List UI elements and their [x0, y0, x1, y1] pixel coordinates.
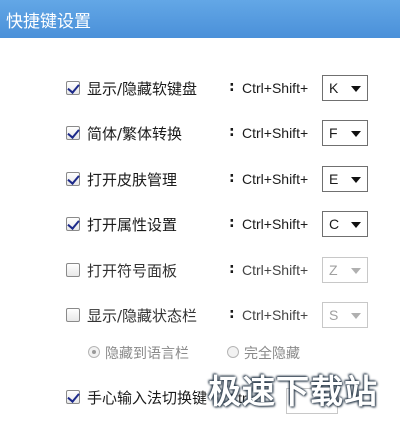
simplified-traditional-checkbox[interactable] [66, 126, 80, 140]
modifier-text: Ctrl+Shift+ [242, 216, 309, 232]
handwriting-switch-label: 手心输入法切换键 [87, 389, 208, 407]
symbol-panel-checkbox[interactable] [66, 263, 80, 277]
shortcut-row-property-settings: 打开属性设置 : Ctrl+Shift+ C [0, 210, 400, 240]
key-value: F [329, 125, 338, 141]
key-value: Z [329, 262, 338, 278]
shortcut-row-toggle-statusbar: 显示/隐藏状态栏 : Ctrl+Shift+ S [0, 301, 400, 331]
window-title: 快捷键设置 [6, 11, 91, 32]
shortcut-label: 显示/隐藏软键盘 [87, 80, 198, 98]
separator: : [229, 306, 235, 322]
property-settings-checkbox[interactable] [66, 217, 80, 231]
hide-to-langbar-radio[interactable] [88, 346, 100, 358]
shortcut-row-skin-manager: 打开皮肤管理 : Ctrl+Shift+ E [0, 165, 400, 195]
toggle-soft-keyboard-checkbox[interactable] [66, 81, 80, 95]
shortcut-label: 简体/繁体转换 [87, 125, 183, 143]
key-select[interactable]: F [322, 120, 368, 146]
skin-manager-checkbox[interactable] [66, 172, 80, 186]
watermark-logo: 极速下载站 [208, 372, 378, 411]
key-select: S [322, 302, 368, 328]
modifier-text: Ctrl+Shift+ [242, 171, 309, 187]
separator: : [229, 261, 235, 277]
key-select[interactable]: K [322, 75, 368, 101]
hide-to-langbar-label: 隐藏到语言栏 [105, 346, 189, 362]
shortcut-row-symbol-panel: 打开符号面板 : Ctrl+Shift+ Z [0, 256, 400, 286]
separator: : [229, 215, 235, 231]
modifier-text: Ctrl+Shift+ [242, 307, 309, 323]
shortcut-label: 打开符号面板 [87, 262, 178, 280]
chevron-down-icon [351, 131, 361, 137]
key-select[interactable]: C [322, 211, 368, 237]
key-value: K [329, 80, 339, 96]
handwriting-switch-checkbox[interactable] [66, 390, 80, 404]
separator: : [229, 170, 235, 186]
separator: : [229, 79, 235, 95]
chevron-down-icon [351, 268, 361, 274]
key-select[interactable]: E [322, 166, 368, 192]
key-value: E [329, 171, 339, 187]
shortcut-label: 打开属性设置 [87, 216, 178, 234]
toggle-statusbar-checkbox[interactable] [66, 308, 80, 322]
shortcut-row-simplified-traditional: 简体/繁体转换 : Ctrl+Shift+ F [0, 119, 400, 149]
shortcut-label: 打开皮肤管理 [87, 171, 178, 189]
modifier-text: Ctrl+Shift+ [242, 125, 309, 141]
shortcut-label: 显示/隐藏状态栏 [87, 307, 198, 325]
hide-completely-label: 完全隐藏 [244, 346, 300, 362]
title-bar: 快捷键设置 [0, 0, 400, 38]
key-select: Z [322, 257, 368, 283]
chevron-down-icon [351, 86, 361, 92]
chevron-down-icon [351, 313, 361, 319]
key-value: S [329, 307, 339, 323]
separator: : [229, 124, 235, 140]
key-value: C [329, 216, 340, 232]
hide-completely-radio[interactable] [227, 346, 239, 358]
modifier-text: Ctrl+Shift+ [242, 262, 309, 278]
shortcut-row-toggle-soft-keyboard: 显示/隐藏软键盘 : Ctrl+Shift+ K [0, 74, 400, 104]
chevron-down-icon [351, 222, 361, 228]
chevron-down-icon [351, 177, 361, 183]
modifier-text: Ctrl+Shift+ [242, 80, 309, 96]
